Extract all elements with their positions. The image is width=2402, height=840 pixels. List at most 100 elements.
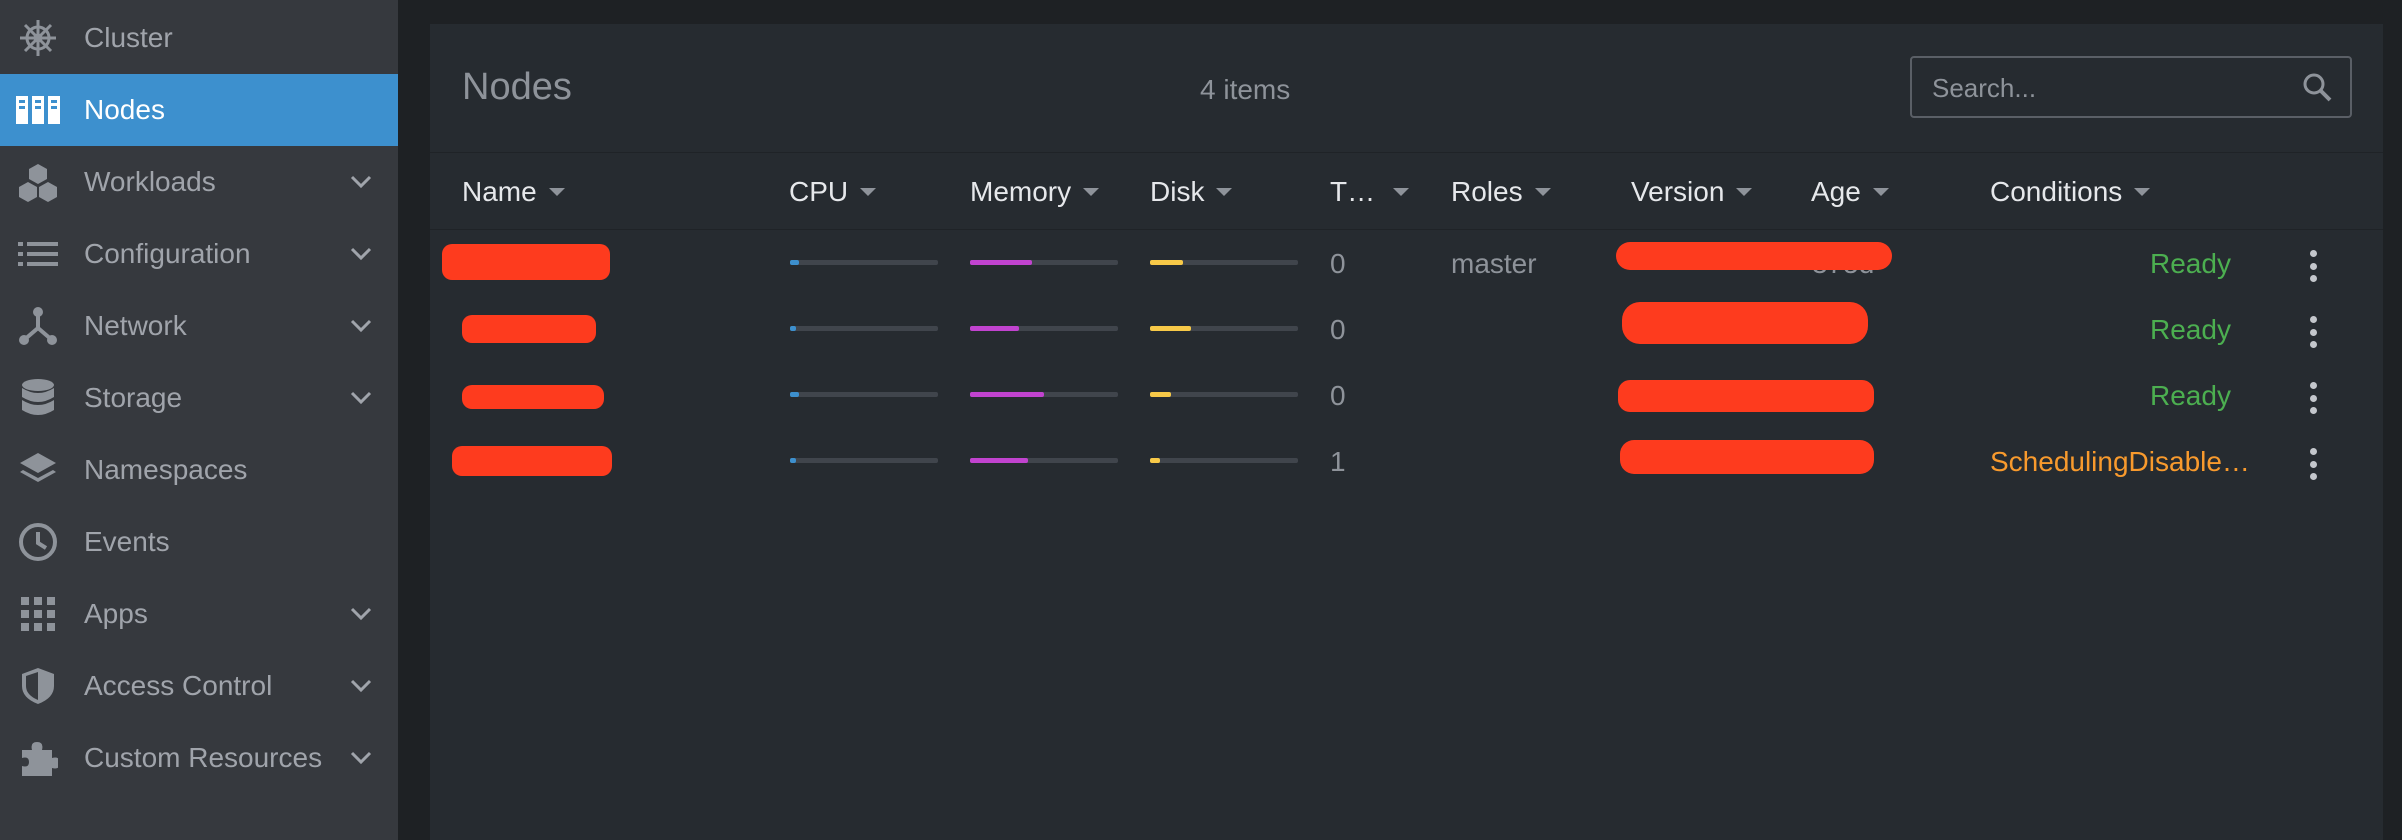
taints-cell: 0 [1330,314,1346,345]
redacted-version [1620,440,1874,474]
sidebar-item-label: Access Control [84,670,273,701]
chevron-down-icon[interactable] [346,383,376,413]
sidebar-item-configuration[interactable]: Configuration [0,218,398,290]
roles-cell: master [1451,248,1537,279]
memory-bar-fill [970,260,1033,265]
redacted-name [442,244,610,280]
sidebar-item-apps[interactable]: Apps [0,578,398,650]
redacted-version [1618,380,1874,412]
disk-bar-fill [1150,392,1171,397]
shield-icon [16,664,60,708]
row-menu-icon[interactable] [2303,316,2323,348]
sidebar-item-label: Namespaces [84,454,248,485]
column-header-roles[interactable]: Roles [1451,174,1551,210]
sidebar-item-label: Workloads [84,166,216,197]
redacted-version [1616,242,1892,270]
disk-bar [1150,458,1298,463]
cpu-bar [790,260,938,265]
database-icon [16,376,60,420]
header-divider [430,229,2383,230]
page-title: Nodes [462,66,572,108]
condition-status: Ready [2150,380,2231,411]
sidebar-item-workloads[interactable]: Workloads [0,146,398,218]
apps-grid-icon [16,592,60,636]
memory-bar [970,458,1118,463]
column-header-memory[interactable]: Memory [970,174,1100,210]
sidebar-item-namespaces[interactable]: Namespaces [0,434,398,506]
chevron-down-icon[interactable] [346,167,376,197]
sidebar-item-storage[interactable]: Storage [0,362,398,434]
sidebar-item-label: Cluster [84,22,173,53]
puzzle-icon [16,736,60,780]
column-header-conditions[interactable]: Conditions [1990,174,2151,210]
sidebar-item-label: Network [84,310,187,341]
memory-bar-fill [970,458,1028,463]
sort-arrow-icon [2134,188,2151,196]
taints-cell: 0 [1330,380,1346,411]
memory-bar-fill [970,326,1019,331]
column-header-taints[interactable]: T… [1330,174,1410,210]
cpu-bar [790,458,938,463]
sort-arrow-icon [548,188,565,196]
cpu-bar-fill [790,260,799,265]
sidebar-item-label: Storage [84,382,183,413]
search-box[interactable] [1910,56,2352,118]
layers-icon [16,448,60,492]
nodes-icon [16,88,60,132]
cpu-bar [790,392,938,397]
disk-bar [1150,392,1298,397]
sidebar-item-events[interactable]: Events [0,506,398,578]
memory-bar-fill [970,392,1044,397]
disk-bar [1150,260,1298,265]
cpu-bar-fill [790,458,796,463]
search-icon[interactable] [2302,72,2332,102]
clock-icon [16,520,60,564]
sort-arrow-icon [1216,188,1233,196]
nodes-panel: Nodes 4 items [430,24,2383,840]
sidebar: Cluster Nodes Workloads Configuration Ne… [0,0,398,840]
column-header-disk[interactable]: Disk [1150,174,1233,210]
chevron-down-icon[interactable] [346,239,376,269]
panel-header: Nodes 4 items [430,24,2383,153]
redacted-name [462,385,604,409]
condition-status: Ready [2150,314,2231,345]
sort-arrow-icon [1736,188,1753,196]
sort-arrow-icon [1393,188,1410,196]
chevron-down-icon[interactable] [346,671,376,701]
taints-cell: 1 [1330,446,1346,477]
sidebar-item-label: Custom Resources [84,742,323,773]
disk-bar-fill [1150,458,1161,463]
taints-cell: 0 [1330,248,1346,279]
column-header-version[interactable]: Version [1631,174,1753,210]
row-menu-icon[interactable] [2303,250,2323,282]
condition-status: Ready [2150,248,2231,279]
redacted-version [1622,302,1868,344]
sort-arrow-icon [860,188,877,196]
disk-bar [1150,326,1298,331]
sidebar-item-cluster[interactable]: Cluster [0,2,398,74]
chevron-down-icon[interactable] [346,311,376,341]
cpu-bar-fill [790,326,796,331]
memory-bar [970,392,1118,397]
sidebar-item-network[interactable]: Network [0,290,398,362]
sidebar-item-custom-resources[interactable]: Custom Resources [0,722,398,794]
chevron-down-icon[interactable] [346,599,376,629]
sidebar-item-label: Nodes [84,94,165,125]
sidebar-item-nodes[interactable]: Nodes [0,74,398,146]
sort-arrow-icon [1872,188,1889,196]
column-header-name[interactable]: Name [462,174,565,210]
disk-bar-fill [1150,326,1192,331]
sort-arrow-icon [1534,188,1551,196]
items-count: 4 items [1200,74,1291,105]
search-input[interactable] [1930,58,2274,118]
sidebar-item-label: Events [84,526,170,557]
column-header-cpu[interactable]: CPU [789,174,877,210]
row-menu-icon[interactable] [2303,382,2323,414]
redacted-name [452,446,612,476]
chevron-down-icon[interactable] [346,743,376,773]
cubes-icon [16,160,60,204]
column-header-age[interactable]: Age [1811,174,1889,210]
row-menu-icon[interactable] [2303,448,2323,480]
sidebar-item-access-control[interactable]: Access Control [0,650,398,722]
cpu-bar-fill [790,392,799,397]
